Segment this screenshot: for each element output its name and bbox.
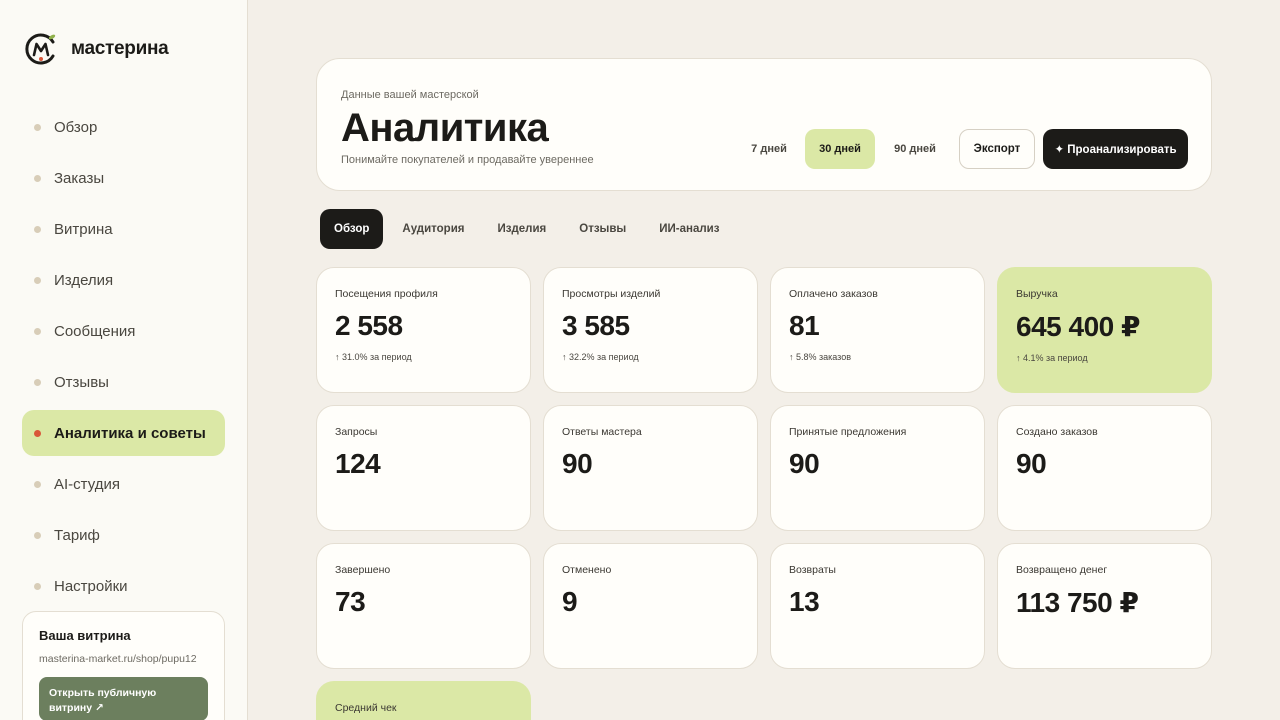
metric-card-master-replies: Ответы мастера 90 xyxy=(543,405,758,531)
sidebar-item-analytics[interactable]: Аналитика и советы xyxy=(22,410,225,456)
sidebar-item-label: Изделия xyxy=(54,271,114,289)
tab-products[interactable]: Изделия xyxy=(483,209,560,249)
metric-label: Выручка xyxy=(1016,288,1058,300)
metric-card-orders-created: Создано заказов 90 xyxy=(997,405,1212,531)
sidebar-item-label: Тариф xyxy=(54,526,100,544)
metric-card-accepted-offers: Принятые предложения 90 xyxy=(770,405,985,531)
metric-value: 113 750 ₽ xyxy=(1016,587,1139,618)
sidebar-item-messages[interactable]: Сообщения xyxy=(22,308,225,354)
bullet-icon xyxy=(34,276,41,284)
sidebar-item-label: Обзор xyxy=(54,118,98,136)
metric-value: 90 xyxy=(1016,448,1047,479)
range-30-days[interactable]: 30 дней xyxy=(805,129,875,169)
open-storefront-button[interactable]: Открыть публичную витрину ↗ xyxy=(39,677,208,720)
metric-value: 9 xyxy=(562,586,578,617)
metric-card-product-views: Просмотры изделий 3 585 ↑ 32.2% за перио… xyxy=(543,267,758,393)
bullet-icon xyxy=(34,582,41,590)
sidebar-item-storefront[interactable]: Витрина xyxy=(22,206,225,252)
metric-card-revenue: Выручка 645 400 ₽ ↑ 4.1% за период xyxy=(997,267,1212,393)
bullet-icon xyxy=(34,327,41,335)
page-header: Данные вашей мастерской Аналитика Понима… xyxy=(316,58,1212,191)
metric-label: Оплачено заказов xyxy=(789,288,878,300)
metric-label: Возвращено денег xyxy=(1016,564,1108,576)
tab-overview[interactable]: Обзор xyxy=(320,209,384,249)
sidebar-item-label: Аналитика и советы xyxy=(54,424,206,442)
bullet-icon xyxy=(34,225,41,233)
sidebar-item-ai-studio[interactable]: AI-студия xyxy=(22,461,225,507)
storefront-url: masterina-market.ru/shop/pupu12 xyxy=(39,653,197,665)
metric-value: 124 xyxy=(335,448,381,479)
metric-label: Принятые предложения xyxy=(789,426,907,438)
bullet-icon xyxy=(34,429,41,437)
analyze-button[interactable]: ✦ Проанализировать xyxy=(1043,129,1188,169)
metric-label: Отменено xyxy=(562,564,612,576)
metric-delta: ↑ 5.8% заказов xyxy=(789,352,851,362)
metric-value: 2 558 xyxy=(335,310,403,341)
metric-value: 81 xyxy=(789,310,820,341)
bullet-icon xyxy=(34,531,41,539)
metric-label: Возвраты xyxy=(789,564,836,576)
sidebar-item-plan[interactable]: Тариф xyxy=(22,512,225,558)
page-description: Понимайте покупателей и продавайте увере… xyxy=(341,154,594,166)
export-button[interactable]: Экспорт xyxy=(959,129,1035,169)
metric-value: 645 400 ₽ xyxy=(1016,311,1140,342)
sidebar-item-label: Сообщения xyxy=(54,322,136,340)
sidebar-item-reviews[interactable]: Отзывы xyxy=(22,359,225,405)
tab-ai-analysis[interactable]: ИИ-анализ xyxy=(645,209,733,249)
page-title: Аналитика xyxy=(341,106,549,150)
logo-icon xyxy=(25,33,56,65)
metric-label: Средний чек xyxy=(335,702,397,714)
metric-card-returns: Возвраты 13 xyxy=(770,543,985,669)
bullet-icon xyxy=(34,174,41,182)
sidebar-item-label: AI-студия xyxy=(54,475,120,493)
metric-value: 90 xyxy=(789,448,820,479)
range-7-days[interactable]: 7 дней xyxy=(740,129,798,169)
tab-reviews[interactable]: Отзывы xyxy=(565,209,640,249)
brand-name: мастерина xyxy=(71,38,169,59)
metric-delta: ↑ 4.1% за период xyxy=(1016,353,1088,363)
page-subtitle: Данные вашей мастерской xyxy=(341,89,479,101)
range-90-days[interactable]: 90 дней xyxy=(882,129,948,169)
tab-audience[interactable]: Аудитория xyxy=(388,209,478,249)
storefront-card-title: Ваша витрина xyxy=(39,628,131,643)
brand-logo[interactable]: мастерина xyxy=(24,32,169,66)
sidebar-item-products[interactable]: Изделия xyxy=(22,257,225,303)
sidebar-nav: Обзор Заказы Витрина Изделия Сообщения О… xyxy=(22,104,225,614)
metric-card-requests: Запросы 124 xyxy=(316,405,531,531)
sidebar-item-label: Витрина xyxy=(54,220,113,238)
sidebar: мастерина Обзор Заказы Витрина Изделия С… xyxy=(0,0,248,720)
bullet-icon xyxy=(34,480,41,488)
metric-delta: ↑ 32.2% за период xyxy=(562,352,639,362)
metric-card-profile-visits: Посещения профиля 2 558 ↑ 31.0% за перио… xyxy=(316,267,531,393)
sidebar-item-settings[interactable]: Настройки xyxy=(22,563,225,609)
analytics-tabs: Обзор Аудитория Изделия Отзывы ИИ-анализ xyxy=(320,209,738,249)
sidebar-item-label: Заказы xyxy=(54,169,105,187)
bullet-icon xyxy=(34,378,41,386)
metric-value: 73 xyxy=(335,586,366,617)
metric-label: Запросы xyxy=(335,426,378,438)
sidebar-item-label: Настройки xyxy=(54,577,128,595)
metric-label: Ответы мастера xyxy=(562,426,642,438)
metric-card-completed: Завершено 73 xyxy=(316,543,531,669)
bullet-icon xyxy=(34,123,41,131)
metric-value: 90 xyxy=(562,448,593,479)
metric-card-cancelled: Отменено 9 xyxy=(543,543,758,669)
metric-label: Завершено xyxy=(335,564,391,576)
metric-card-refunded-amount: Возвращено денег 113 750 ₽ xyxy=(997,543,1212,669)
metric-label: Посещения профиля xyxy=(335,288,438,300)
storefront-card: Ваша витрина masterina-market.ru/shop/pu… xyxy=(22,611,225,720)
sidebar-item-overview[interactable]: Обзор xyxy=(22,104,225,150)
metric-card-paid-orders: Оплачено заказов 81 ↑ 5.8% заказов xyxy=(770,267,985,393)
metric-label: Создано заказов xyxy=(1016,426,1098,438)
metric-delta: ↑ 31.0% за период xyxy=(335,352,412,362)
metric-value: 13 xyxy=(789,586,820,617)
metric-label: Просмотры изделий xyxy=(562,288,661,300)
metric-card-average-check: Средний чек xyxy=(316,681,531,720)
sidebar-item-label: Отзывы xyxy=(54,373,109,391)
sidebar-item-orders[interactable]: Заказы xyxy=(22,155,225,201)
metric-value: 3 585 xyxy=(562,310,630,341)
